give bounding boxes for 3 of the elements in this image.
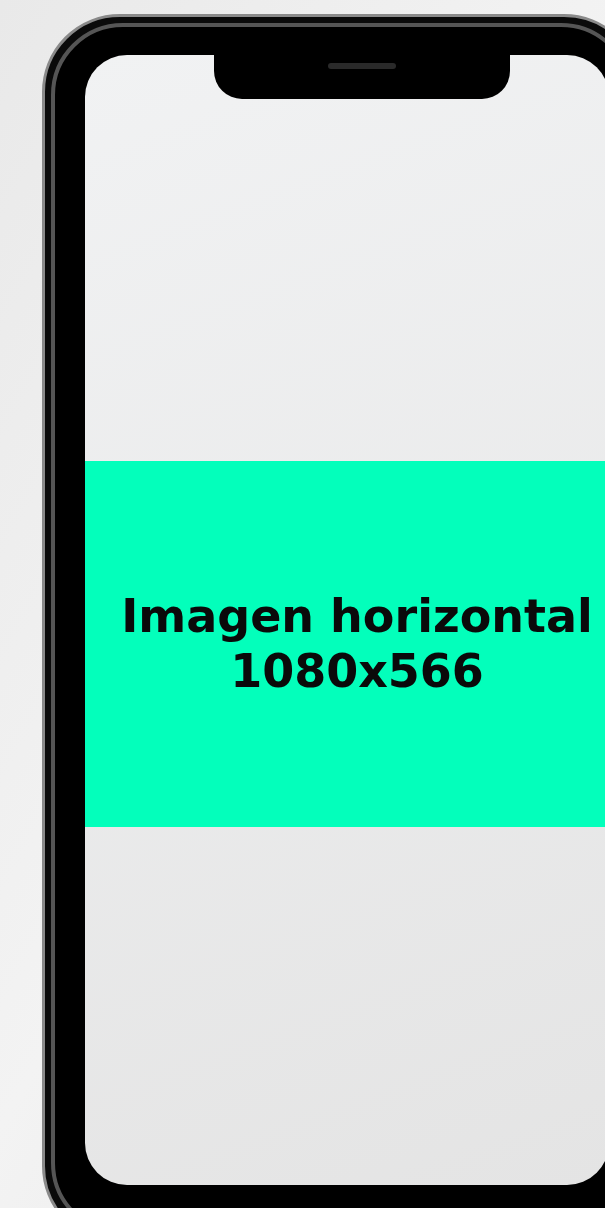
placeholder-title: Imagen horizontal: [121, 588, 593, 644]
speaker-icon: [328, 63, 396, 69]
placeholder-size: 1080x566: [230, 644, 484, 700]
